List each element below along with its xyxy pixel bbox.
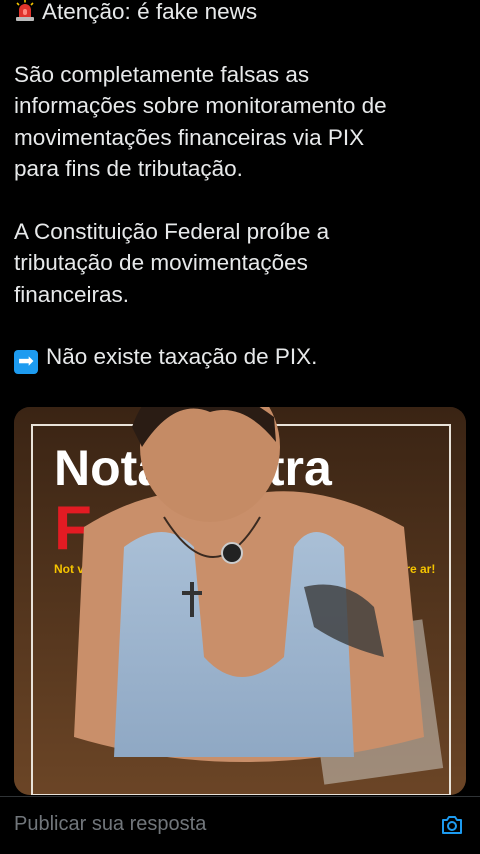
reply-input[interactable]: Publicar sua resposta [14, 813, 206, 836]
paragraph-1: São completamente falsas as informações … [14, 61, 387, 182]
tweet-text: Atenção: é fake news São completamente f… [14, 0, 466, 405]
paragraph-2: A Constituição Federal proíbe a tributaç… [14, 218, 330, 307]
video-thumbnail[interactable]: Nota contra Fake News Not ve pre ar! [14, 407, 466, 795]
arrow-text: Não existe taxação de PIX. [46, 344, 318, 369]
camera-icon[interactable] [440, 813, 464, 837]
arrow-line: ➡ Não existe taxação de PIX. [14, 341, 466, 374]
alert-line: Atenção: é fake news [14, 0, 466, 28]
reply-composer[interactable]: Publicar sua resposta [0, 796, 480, 854]
alert-text: Atenção: é fake news [42, 0, 258, 24]
right-arrow-icon: ➡ [14, 350, 38, 374]
siren-icon [14, 0, 36, 21]
